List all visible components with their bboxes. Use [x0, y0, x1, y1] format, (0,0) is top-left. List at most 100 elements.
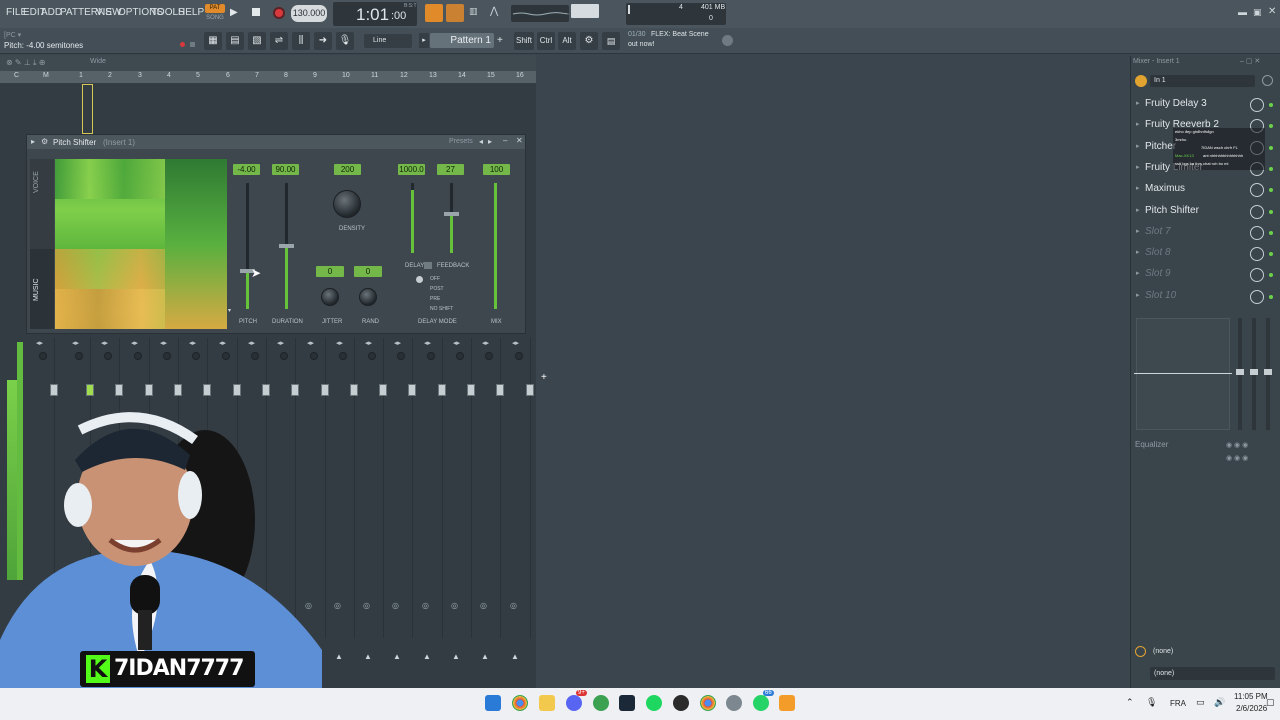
language-indicator[interactable]: FRA: [1170, 699, 1186, 708]
pattern-selector[interactable]: Pattern 1: [430, 33, 494, 48]
fx-enable-led[interactable]: [1269, 167, 1273, 171]
pat-toggle[interactable]: PAT: [205, 4, 225, 13]
fx-slot-arrow-icon[interactable]: ▸: [1136, 206, 1140, 214]
jitter-knob[interactable]: [321, 288, 339, 306]
fx-enable-led[interactable]: [1269, 210, 1273, 214]
add-pattern-icon[interactable]: +: [497, 35, 503, 46]
pan-knob[interactable]: [339, 352, 347, 360]
duration-value[interactable]: 90.00: [272, 164, 299, 175]
stereo-separator-icon[interactable]: ◂▸: [512, 339, 519, 347]
minimize-icon[interactable]: ▬: [1238, 7, 1247, 17]
settings-icon[interactable]: ⚙: [580, 32, 598, 50]
news-text[interactable]: FLEX: Beat Scene: [651, 31, 709, 38]
shift-key[interactable]: Shift: [514, 32, 534, 50]
volume-fader[interactable]: [496, 384, 504, 396]
volume-fader[interactable]: [291, 384, 299, 396]
microphone-icon[interactable]: 🎙: [336, 32, 354, 50]
news-text-2[interactable]: out now!: [628, 41, 654, 48]
clock-time[interactable]: 11:05 PM: [1234, 692, 1268, 701]
voice-mode[interactable]: VOICE: [33, 171, 40, 193]
stereo-separator-icon[interactable]: ◂▸: [101, 339, 108, 347]
record-icon[interactable]: [273, 7, 285, 19]
delay-value[interactable]: 1000.0: [398, 164, 425, 175]
plugin-titlebar[interactable]: ▸ ⚙ Pitch Shifter (Insert 1) Presets ◂ ▸…: [27, 135, 525, 149]
pan-knob[interactable]: [75, 352, 83, 360]
delay-mode-radio[interactable]: [416, 276, 423, 283]
presets-label[interactable]: Presets: [449, 138, 473, 145]
feedback-value[interactable]: 27: [437, 164, 464, 175]
spectro-dropdown-icon[interactable]: ▾: [228, 307, 231, 314]
menu-add[interactable]: ADD: [41, 7, 62, 18]
ctrl-key[interactable]: Ctrl: [537, 32, 555, 50]
stereo-separator-icon[interactable]: ◂▸: [453, 339, 460, 347]
delay-mode-pre[interactable]: PRE: [430, 296, 440, 302]
pan-knob[interactable]: [280, 352, 288, 360]
fx-enable-led[interactable]: [1269, 252, 1273, 256]
delay-mode-no-shift[interactable]: NO SHIFT: [430, 306, 453, 312]
fx-slot-arrow-icon[interactable]: ▸: [1136, 248, 1140, 256]
pan-knob[interactable]: [39, 352, 47, 360]
stereo-separator-icon[interactable]: ◂▸: [482, 339, 489, 347]
clock-date[interactable]: 2/6/2026: [1236, 704, 1267, 713]
volume-fader[interactable]: [115, 384, 123, 396]
fx-mix-knob[interactable]: [1250, 98, 1264, 112]
whatsapp-icon[interactable]: [753, 695, 769, 711]
delay-mode-post[interactable]: POST: [430, 286, 444, 292]
send-knob-icon[interactable]: ◎: [363, 601, 370, 610]
plugin-close-icon[interactable]: ✕: [516, 136, 523, 145]
eq-knobs-2-icon[interactable]: ◉ ◉ ◉: [1226, 454, 1248, 462]
blend-icon[interactable]: ⋀: [490, 6, 506, 20]
song-toggle[interactable]: SONG: [205, 14, 225, 23]
pan-knob[interactable]: [515, 352, 523, 360]
volume-fader[interactable]: [203, 384, 211, 396]
feedback-slider-thumb[interactable]: [444, 212, 459, 216]
rand-knob[interactable]: [359, 288, 377, 306]
send-knob-icon[interactable]: ◎: [510, 601, 517, 610]
volume-fader[interactable]: [526, 384, 534, 396]
pan-knob[interactable]: [456, 352, 464, 360]
send-knob-icon[interactable]: ◎: [422, 601, 429, 610]
fx-slot[interactable]: ▸ Slot 9: [1133, 265, 1273, 285]
fx-slot[interactable]: ▸ Slot 8: [1133, 244, 1273, 264]
obs-icon[interactable]: [673, 695, 689, 711]
wait-icon[interactable]: ▥: [469, 6, 485, 20]
jitter-value[interactable]: 0: [316, 266, 344, 277]
volume-fader[interactable]: [467, 384, 475, 396]
piano-roll-icon[interactable]: ▤: [226, 32, 244, 50]
volume-fader[interactable]: [145, 384, 153, 396]
pan-knob[interactable]: [134, 352, 142, 360]
fx-enable-led[interactable]: [1269, 146, 1273, 150]
fx-enable-led[interactable]: [1269, 188, 1273, 192]
playlist-tools-icon[interactable]: ⊗ ✎ ⊥ ⤓ ⊕: [6, 58, 46, 68]
tray-expand-icon[interactable]: ⌃: [1126, 697, 1134, 708]
stereo-separator-icon[interactable]: ◂▸: [131, 339, 138, 347]
send-knob-icon[interactable]: ◎: [451, 601, 458, 610]
stereo-separator-icon[interactable]: ◂▸: [365, 339, 372, 347]
fx-mix-knob[interactable]: [1250, 205, 1264, 219]
cart-icon[interactable]: ▤: [602, 32, 620, 50]
countdown-icon[interactable]: [446, 4, 464, 22]
fx-slot-arrow-icon[interactable]: ▸: [1136, 227, 1140, 235]
pitch-value[interactable]: -4.00: [233, 164, 260, 175]
fx-slot[interactable]: ▸ Maximus: [1133, 180, 1273, 200]
send-knob-icon[interactable]: ◎: [480, 601, 487, 610]
music-mode[interactable]: MUSIC: [33, 278, 40, 301]
rand-value[interactable]: 0: [354, 266, 382, 277]
volume-fader[interactable]: [174, 384, 182, 396]
fx-slot-arrow-icon[interactable]: ▸: [1136, 269, 1140, 277]
volume-fader[interactable]: [86, 384, 94, 396]
stereo-separator-icon[interactable]: ◂▸: [219, 339, 226, 347]
eq-knobs-icon[interactable]: ◉ ◉ ◉: [1226, 441, 1248, 449]
master-volume[interactable]: [571, 4, 599, 18]
mix-value[interactable]: 100: [483, 164, 510, 175]
discord-icon[interactable]: [566, 695, 582, 711]
route-arrow-icon[interactable]: ▲: [364, 652, 372, 661]
route-arrow-icon[interactable]: ▲: [423, 652, 431, 661]
file-explorer-icon[interactable]: [539, 695, 555, 711]
stereo-separator-icon[interactable]: ◂▸: [336, 339, 343, 347]
volume-fader[interactable]: [50, 384, 58, 396]
fx-slot-arrow-icon[interactable]: ▸: [1136, 184, 1140, 192]
pan-knob[interactable]: [485, 352, 493, 360]
stereo-separator-icon[interactable]: ◂▸: [277, 339, 284, 347]
stereo-separator-icon[interactable]: ◂▸: [307, 339, 314, 347]
